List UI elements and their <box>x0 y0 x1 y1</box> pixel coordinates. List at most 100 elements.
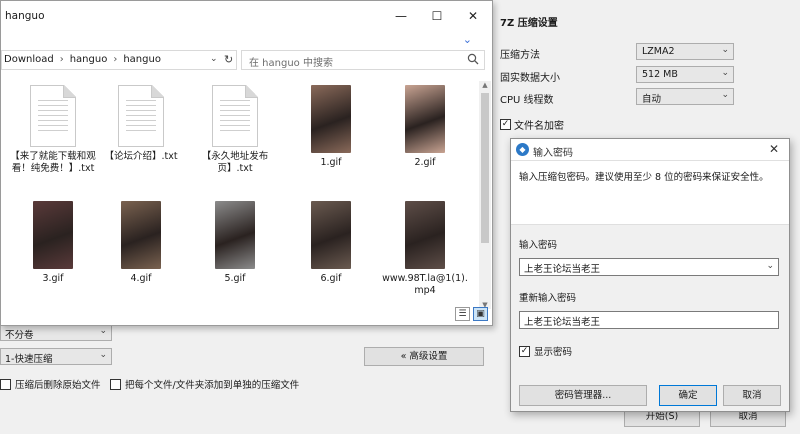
file-item[interactable]: 4.gif <box>97 201 185 285</box>
encrypt-names-checkbox[interactable]: ✓ 文件名加密 <box>500 117 564 132</box>
show-password-checkbox[interactable]: ✓ 显示密码 <box>519 344 572 358</box>
delete-after-checkbox[interactable]: 压缩后删除原始文件 <box>0 377 101 391</box>
file-name: 4.gif <box>130 273 152 284</box>
file-item[interactable]: 1.gif <box>287 85 375 169</box>
close-icon[interactable]: ✕ <box>455 6 491 26</box>
ok-button[interactable]: 确定 <box>659 385 717 406</box>
separate-archives-checkbox[interactable]: 把每个文件/文件夹添加到单独的压缩文件 <box>110 377 299 391</box>
checkbox-box <box>110 378 121 390</box>
block-size-value: 512 MB <box>642 69 678 80</box>
encrypt-names-label: 文件名加密 <box>514 121 564 132</box>
breadcrumb-download[interactable]: Download <box>4 54 54 66</box>
method-select[interactable]: LZMA2 ⌄ <box>636 43 734 60</box>
address-row: Download › hanguo › hanguo ⌄ ↻ 在 hanguo … <box>1 50 492 70</box>
text-file-icon <box>212 85 258 147</box>
file-item[interactable]: www.98T.la@1(1).mp4 <box>381 201 469 297</box>
breadcrumb[interactable]: Download › hanguo › hanguo ⌄ ↻ <box>1 50 237 70</box>
chevron-down-icon: ⌄ <box>99 326 107 336</box>
scroll-thumb[interactable] <box>481 93 489 243</box>
file-name: 【来了就能下载和观看！纯免费！】.txt <box>10 151 96 174</box>
chevron-down-icon: ⌄ <box>721 68 729 78</box>
separate-archives-label: 把每个文件/文件夹添加到单独的压缩文件 <box>125 380 300 391</box>
file-grid: 【来了就能下载和观看！纯免费！】.txt 【论坛介绍】.txt 【永久地址发布页】.… <box>1 81 479 309</box>
breadcrumb-hanguo-2[interactable]: hanguo <box>123 54 161 66</box>
chevron-down-icon: ⌄ <box>99 350 107 360</box>
large-icons-view-icon[interactable]: ▣ <box>473 307 488 321</box>
file-name: 【论坛介绍】.txt <box>104 151 178 162</box>
image-thumbnail <box>33 201 73 269</box>
app-logo-icon: ◆ <box>516 143 529 156</box>
password-field[interactable]: 上老王论坛当老王 ⌄ <box>519 258 779 276</box>
block-size-label: 固实数据大小 <box>500 73 560 84</box>
file-item[interactable]: 2.gif <box>381 85 469 169</box>
file-name: www.98T.la@1(1).mp4 <box>382 273 468 296</box>
level-value: 1-快速压缩 <box>5 354 53 365</box>
image-thumbnail <box>215 201 255 269</box>
checkbox-box <box>0 378 11 390</box>
chevron-down-icon[interactable]: ⌄ <box>766 261 774 271</box>
image-thumbnail <box>405 85 445 153</box>
file-item[interactable]: 【永久地址发布页】.txt <box>191 85 279 175</box>
file-item[interactable]: 5.gif <box>191 201 279 285</box>
password-dialog: ◆ 输入密码 ✕ 输入压缩包密码。建议使用至少 8 位的密码来保证安全性。 输入… <box>510 138 790 412</box>
details-view-icon[interactable]: ☰ <box>455 307 470 321</box>
confirm-password-value: 上老王论坛当老王 <box>524 317 601 328</box>
split-value: 不分卷 <box>5 330 34 341</box>
image-thumbnail <box>121 201 161 269</box>
password-label: 输入密码 <box>519 240 558 251</box>
file-name: 5.gif <box>224 273 246 284</box>
threads-select[interactable]: 自动 ⌄ <box>636 88 734 105</box>
file-name: 1.gif <box>320 157 342 168</box>
split-select[interactable]: 不分卷 ⌄ <box>0 324 112 341</box>
scroll-up-icon[interactable]: ▲ <box>479 81 491 89</box>
image-thumbnail <box>311 201 351 269</box>
chevron-right-icon: › <box>59 54 64 65</box>
vertical-scrollbar[interactable]: ▲ ▼ <box>479 81 491 309</box>
text-file-icon <box>118 85 164 147</box>
password-dialog-titlebar: ◆ 输入密码 ✕ <box>511 139 789 161</box>
checkmark-icon: ✓ <box>519 345 530 357</box>
zip-settings-title: 7Z 压缩设置 <box>500 18 558 29</box>
method-label: 压缩方法 <box>500 50 540 61</box>
delete-after-label: 压缩后删除原始文件 <box>15 380 101 391</box>
confirm-password-label: 重新输入密码 <box>519 293 577 304</box>
file-name: 【永久地址发布页】.txt <box>201 151 269 174</box>
password-value: 上老王论坛当老王 <box>524 264 601 275</box>
file-name: 6.gif <box>320 273 342 284</box>
chevron-right-icon: › <box>113 54 118 65</box>
close-icon[interactable]: ✕ <box>769 142 779 156</box>
view-toggle: ☰ ▣ <box>455 307 488 321</box>
minimize-icon[interactable]: — <box>383 6 419 26</box>
password-description: 输入压缩包密码。建议使用至少 8 位的密码来保证安全性。 <box>519 172 769 183</box>
level-select[interactable]: 1-快速压缩 ⌄ <box>0 348 112 365</box>
chevron-down-icon: ⌄ <box>721 45 729 55</box>
block-size-select[interactable]: 512 MB ⌄ <box>636 66 734 83</box>
chevron-down-icon[interactable]: ⌄ <box>210 54 218 64</box>
password-manager-button[interactable]: 密码管理器... <box>519 385 647 406</box>
threads-label: CPU 线程数 <box>500 95 554 106</box>
image-thumbnail <box>405 201 445 269</box>
method-value: LZMA2 <box>642 46 675 57</box>
file-item[interactable]: 【来了就能下载和观看！纯免费！】.txt <box>9 85 97 175</box>
image-thumbnail <box>311 85 351 153</box>
explorer-title: hanguo <box>5 10 45 22</box>
file-item[interactable]: 6.gif <box>287 201 375 285</box>
show-password-label: 显示密码 <box>534 347 573 358</box>
breadcrumb-hanguo-1[interactable]: hanguo <box>70 54 108 66</box>
advanced-settings-button[interactable]: « 高级设置 <box>364 347 484 366</box>
maximize-icon[interactable]: ☐ <box>419 6 455 26</box>
search-input[interactable]: 在 hanguo 中搜索 <box>241 50 485 70</box>
search-placeholder: 在 hanguo 中搜索 <box>249 58 333 69</box>
chevron-down-icon: ⌄ <box>721 90 729 100</box>
explorer-titlebar: hanguo — ☐ ✕ <box>1 1 492 31</box>
threads-value: 自动 <box>642 94 662 105</box>
file-item[interactable]: 3.gif <box>9 201 97 285</box>
cancel-button[interactable]: 取消 <box>723 385 781 406</box>
file-item[interactable]: 【论坛介绍】.txt <box>97 85 185 163</box>
confirm-password-field[interactable]: 上老王论坛当老王 <box>519 311 779 329</box>
search-icon <box>467 53 479 65</box>
text-file-icon <box>30 85 76 147</box>
chevron-down-icon[interactable]: ⌄ <box>463 33 472 46</box>
file-explorer-window: hanguo — ☐ ✕ ⌄ Download › hanguo › hangu… <box>0 0 493 326</box>
refresh-icon[interactable]: ↻ <box>224 53 233 66</box>
